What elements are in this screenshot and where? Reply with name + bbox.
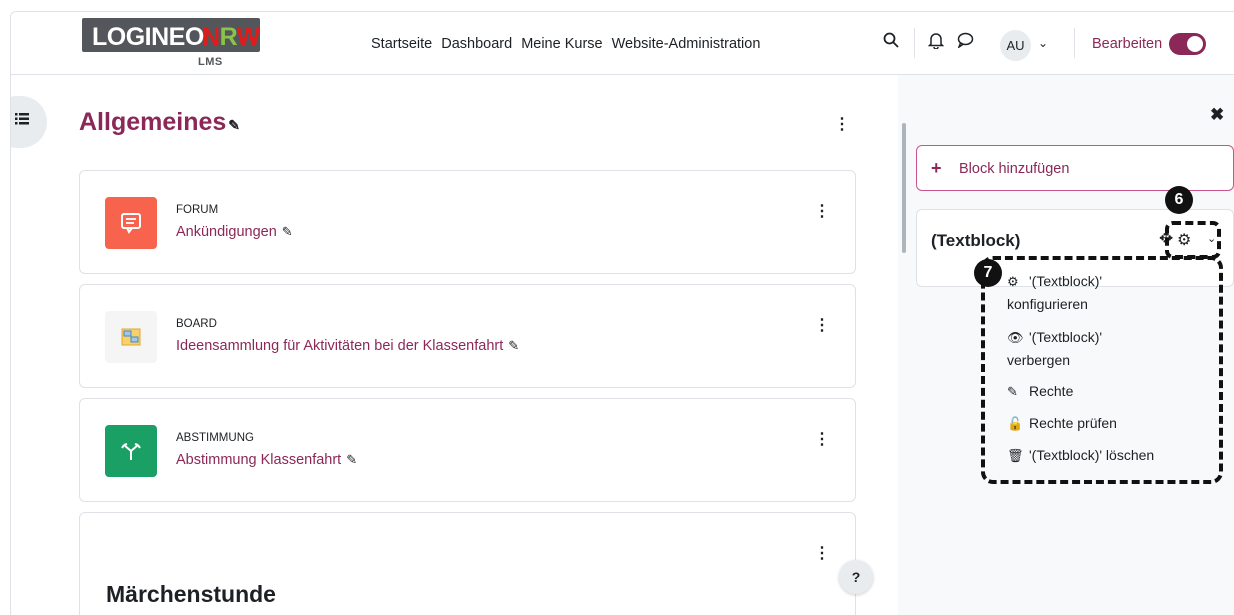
search-icon[interactable] (883, 32, 899, 53)
add-block-label: Block hinzufügen (959, 161, 1070, 177)
activity-card-forum: FORUM Ankündigungen ✎ ⋮ (79, 170, 856, 274)
activity-menu-button[interactable]: ⋮ (814, 546, 830, 562)
edit-mode-label[interactable]: Bearbeiten (1092, 36, 1162, 52)
menu-item-permissions[interactable]: ✎ Rechte (1007, 380, 1197, 403)
pencil-icon[interactable]: ✎ (346, 452, 357, 467)
navbar-divider (914, 28, 915, 58)
nav-link-startseite[interactable]: Startseite (371, 36, 432, 52)
eye-icon: 👁 (1007, 330, 1024, 345)
nav-link-meine-kurse[interactable]: Meine Kurse (521, 36, 602, 52)
scrollbar[interactable] (902, 123, 906, 253)
edit-mode-toggle[interactable] (1169, 33, 1206, 55)
activity-type: BOARD (176, 318, 217, 330)
pencil-icon[interactable]: ✎ (282, 224, 293, 239)
activity-card-choice: ABSTIMMUNG Abstimmung Klassenfahrt ✎ ⋮ (79, 398, 856, 502)
logo-text-logineo: LOGINEO (92, 23, 204, 51)
choice-icon (105, 425, 157, 477)
forum-icon (105, 197, 157, 249)
activity-link[interactable]: Ideensammlung für Aktivitäten bei der Kl… (176, 338, 519, 354)
section-menu-button[interactable]: ⋮ (834, 117, 850, 133)
trash-icon: 🗑 (1007, 448, 1024, 463)
activity-menu-button[interactable]: ⋮ (814, 204, 830, 220)
activity-card-board: BOARD Ideensammlung für Aktivitäten bei … (79, 284, 856, 388)
user-avatar[interactable]: AU (1000, 30, 1031, 61)
activity-link[interactable]: Abstimmung Klassenfahrt ✎ (176, 452, 357, 468)
pencil-icon[interactable]: ✎ (508, 338, 519, 353)
course-index-toggle[interactable] (11, 96, 47, 148)
annotation-highlight-6 (1165, 221, 1221, 259)
menu-item-delete[interactable]: 🗑 '(Textblock)' löschen (1007, 444, 1197, 467)
label-card: ⋮ Märchenstunde (79, 512, 856, 615)
nav-link-website-administration[interactable]: Website-Administration (612, 36, 761, 52)
close-icon[interactable]: ✖ (1210, 105, 1224, 125)
logo-text-lms: LMS (198, 56, 223, 68)
help-button[interactable]: ? (839, 560, 873, 594)
list-icon (15, 112, 29, 129)
section-title-text: Allgemeines (79, 108, 227, 136)
activity-link[interactable]: Ankündigungen ✎ (176, 224, 293, 240)
logo-text-nrw: NRW (202, 23, 260, 51)
gear-icon: ⚙ (1007, 274, 1019, 289)
add-block-button[interactable]: + Block hinzufügen (916, 145, 1234, 191)
logo[interactable]: LOGINEO NRW LMS (82, 18, 260, 74)
message-icon[interactable] (957, 32, 974, 53)
top-navbar: LOGINEO NRW LMS Startseite Dashboard Mei… (11, 12, 1234, 75)
bell-icon[interactable] (927, 32, 945, 54)
annotation-badge-6: 6 (1165, 186, 1193, 214)
activity-menu-button[interactable]: ⋮ (814, 318, 830, 334)
nav-link-dashboard[interactable]: Dashboard (441, 36, 512, 52)
pencil-icon[interactable]: ✎ (228, 117, 240, 133)
activity-type: ABSTIMMUNG (176, 432, 254, 444)
activity-type: FORUM (176, 204, 219, 216)
annotation-badge-7: 7 (974, 259, 1002, 287)
menu-item-check-permissions[interactable]: 🔓 Rechte prüfen (1007, 412, 1197, 435)
plus-icon: + (931, 158, 942, 178)
unlock-icon: 🔓 (1007, 416, 1024, 431)
primary-navigation: Startseite Dashboard Meine Kurse Website… (371, 36, 760, 52)
menu-item-hide[interactable]: 👁 '(Textblock)' verbergen (1007, 326, 1197, 371)
label-heading: Märchenstunde (106, 581, 276, 607)
activity-menu-button[interactable]: ⋮ (814, 432, 830, 448)
chevron-down-icon[interactable]: ⌄ (1038, 36, 1048, 50)
block-title: (Textblock) (931, 231, 1021, 250)
navbar-divider (1074, 28, 1075, 58)
app-window: LOGINEO NRW LMS Startseite Dashboard Mei… (10, 11, 1234, 615)
board-icon (105, 311, 157, 363)
menu-item-configure[interactable]: ⚙ '(Textblock)' konfigurieren (1007, 270, 1197, 315)
section-title: Allgemeines ✎ (79, 108, 240, 137)
edit-icon: ✎ (1007, 384, 1018, 399)
